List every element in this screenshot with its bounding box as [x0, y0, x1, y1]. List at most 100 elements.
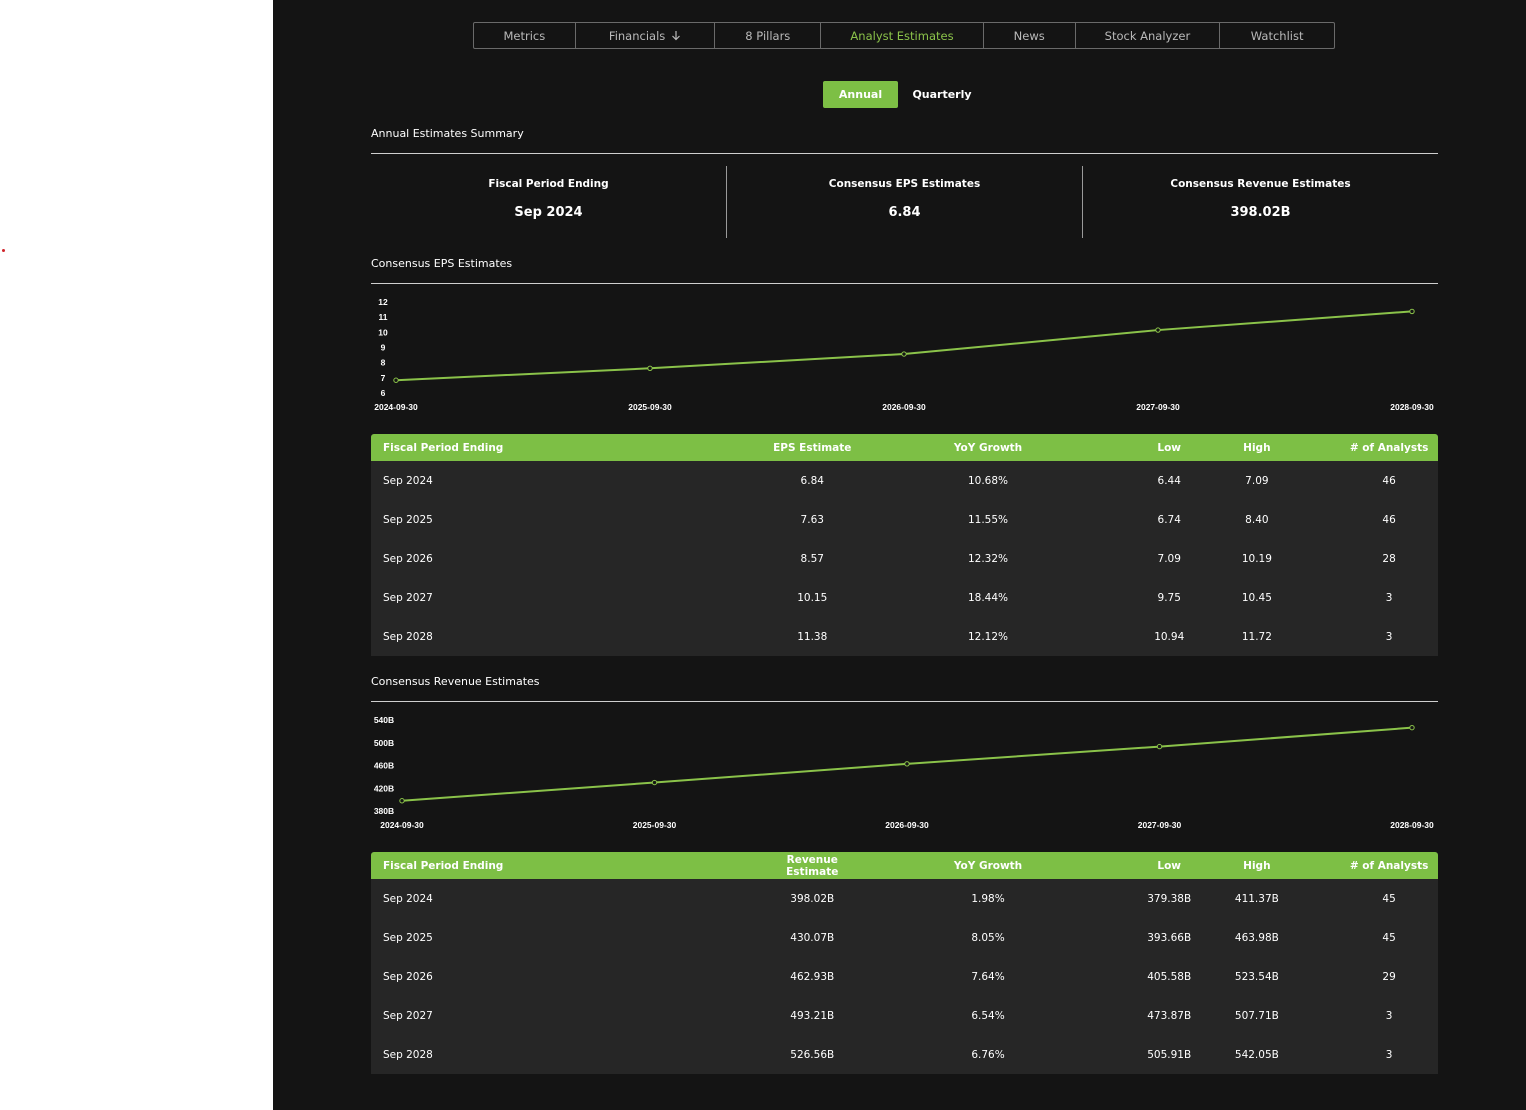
table-cell: 3 [1385, 630, 1393, 643]
eps-table-body: Sep 2024 6.84 10.68% 6.44 7.09 46 Sep 2025 7.63… [371, 461, 1438, 656]
table-cell: 7.63 [800, 513, 824, 526]
tab-news[interactable]: News [984, 23, 1076, 48]
y-tick-label: 6 [381, 388, 386, 398]
data-point[interactable] [399, 798, 405, 804]
y-tick-label: 380B [374, 806, 394, 816]
tab-label: Watchlist [1250, 28, 1304, 43]
main-content: Metrics Financials 8 Pillars Analyst Est… [273, 0, 1526, 1110]
table-cell: 46 [1382, 474, 1396, 487]
data-point[interactable] [901, 351, 907, 357]
table-cell: Sep 2027 [383, 591, 433, 604]
table-cell: 493.21B [790, 1009, 835, 1022]
table-row: Sep 2027 493.21B 6.54% 473.87B 507.71B 3 [371, 996, 1438, 1035]
eps-chart-container: 12 11 10 9 8 7 6 2024-09-30 2025-09-30 2026-09-30… [371, 292, 1441, 418]
tab-label: 8 Pillars [745, 28, 791, 43]
series-line [395, 310, 1413, 382]
header-cell: # of Analysts [1349, 859, 1429, 872]
header-cell: Fiscal Period Ending [383, 859, 504, 872]
table-cell: Sep 2026 [383, 552, 433, 565]
header-cell: # of Analysts [1349, 441, 1429, 454]
table-cell: 6.76% [971, 1048, 1005, 1061]
eps-divider [371, 283, 1438, 284]
table-cell: 10.19 [1241, 552, 1272, 565]
data-point[interactable] [651, 779, 658, 786]
table-cell: 3 [1385, 591, 1393, 604]
annual-button[interactable]: Annual [823, 81, 898, 108]
table-cell: Sep 2024 [383, 892, 433, 905]
data-point[interactable] [904, 761, 910, 767]
eps-line-chart: 12 11 10 9 8 7 6 2024-09-30 2025-09-30 2026-09-30… [374, 297, 1434, 412]
tab-metrics[interactable]: Metrics [474, 23, 576, 48]
table-cell: Sep 2024 [383, 474, 433, 487]
table-cell: Sep 2026 [383, 970, 433, 983]
table-cell: 10.94 [1154, 630, 1185, 643]
table-cell: 11.38 [797, 630, 828, 643]
y-tick-label: 540B [374, 715, 394, 725]
table-cell: 505.91B [1147, 1048, 1192, 1061]
table-row: Sep 2024 398.02B 1.98% 379.38B 411.37B 45 [371, 879, 1438, 918]
tab-watchlist[interactable]: Watchlist [1220, 23, 1334, 48]
tab-label: Stock Analyzer [1104, 28, 1191, 43]
data-point[interactable] [1156, 743, 1163, 750]
summary-value: 398.02B [1230, 205, 1291, 220]
summary-eps: Consensus EPS Estimates 6.84 [726, 166, 1082, 238]
table-cell: Sep 2028 [383, 1048, 433, 1061]
header-cell: Fiscal Period Ending [383, 441, 504, 454]
header-cell: Low [1157, 441, 1182, 454]
summary-label: Consensus EPS Estimates [828, 178, 981, 190]
revenue-divider [371, 701, 1438, 702]
table-cell: 18.44% [967, 591, 1009, 604]
header-cell: YoY Growth [953, 859, 1023, 872]
header-cell: High [1243, 441, 1271, 454]
x-tick-label: 2027-09-30 [1138, 820, 1182, 830]
table-cell: 411.37B [1234, 892, 1279, 905]
table-cell: 6.54% [971, 1009, 1005, 1022]
tab-stock-analyzer[interactable]: Stock Analyzer [1076, 23, 1221, 48]
data-point[interactable] [1155, 327, 1161, 333]
table-cell: 12.32% [967, 552, 1009, 565]
table-cell: 3 [1385, 1009, 1393, 1022]
data-point[interactable] [1409, 724, 1415, 731]
header-cell: High [1243, 859, 1271, 872]
table-cell: 11.72 [1241, 630, 1272, 643]
tab-financials[interactable]: Financials [576, 23, 716, 48]
tab-analyst-estimates[interactable]: Analyst Estimates [821, 23, 984, 48]
table-cell: 430.07B [790, 931, 835, 944]
y-tick-label: 11 [379, 312, 388, 322]
table-cell: 45 [1382, 892, 1396, 905]
table-row: Sep 2026 8.57 12.32% 7.09 10.19 28 [371, 539, 1438, 578]
y-tick-label: 12 [378, 297, 388, 307]
table-cell: 398.02B [790, 892, 835, 905]
y-tick-label: 10 [378, 327, 388, 337]
table-cell: 12.12% [967, 630, 1009, 643]
table-cell: 7.09 [1245, 474, 1269, 487]
table-cell: Sep 2025 [383, 931, 433, 944]
tab-label: Metrics [503, 28, 546, 43]
top-tab-bar: Metrics Financials 8 Pillars Analyst Est… [473, 22, 1335, 49]
data-point[interactable] [647, 365, 653, 371]
revenue-table-header: Fiscal Period Ending Revenue Estimate Yo… [371, 852, 1438, 879]
arrow-down-icon [672, 31, 681, 41]
tab-8-pillars[interactable]: 8 Pillars [715, 23, 822, 48]
table-cell: 29 [1382, 970, 1396, 983]
table-cell: 523.54B [1234, 970, 1279, 983]
x-tick-label: 2025-09-30 [628, 402, 672, 412]
x-tick-label: 2025-09-30 [633, 820, 677, 830]
summary-fiscal-period: Fiscal Period Ending Sep 2024 [371, 166, 726, 238]
tab-label: Financials [608, 28, 666, 43]
summary-revenue: Consensus Revenue Estimates 398.02B [1082, 166, 1438, 238]
quarterly-button[interactable]: Quarterly [898, 81, 986, 108]
red-dot-marker [2, 249, 5, 252]
data-point[interactable] [1409, 308, 1415, 315]
revenue-table-body: Sep 2024 398.02B 1.98% 379.38B 411.37B 45 Sep … [371, 879, 1438, 1074]
x-tick-label: 2026-09-30 [882, 402, 926, 412]
estimates-summary: Fiscal Period Ending Sep 2024 Consensus … [371, 166, 1438, 238]
table-cell: 11.55% [967, 513, 1009, 526]
table-cell: 6.84 [800, 474, 824, 487]
data-point[interactable] [393, 377, 399, 383]
table-row: Sep 2024 6.84 10.68% 6.44 7.09 46 [371, 461, 1438, 500]
table-cell: 8.57 [800, 552, 824, 565]
table-cell: 9.75 [1157, 591, 1181, 604]
eps-chart-title: Consensus EPS Estimates [371, 257, 513, 270]
table-cell: 542.05B [1234, 1048, 1279, 1061]
